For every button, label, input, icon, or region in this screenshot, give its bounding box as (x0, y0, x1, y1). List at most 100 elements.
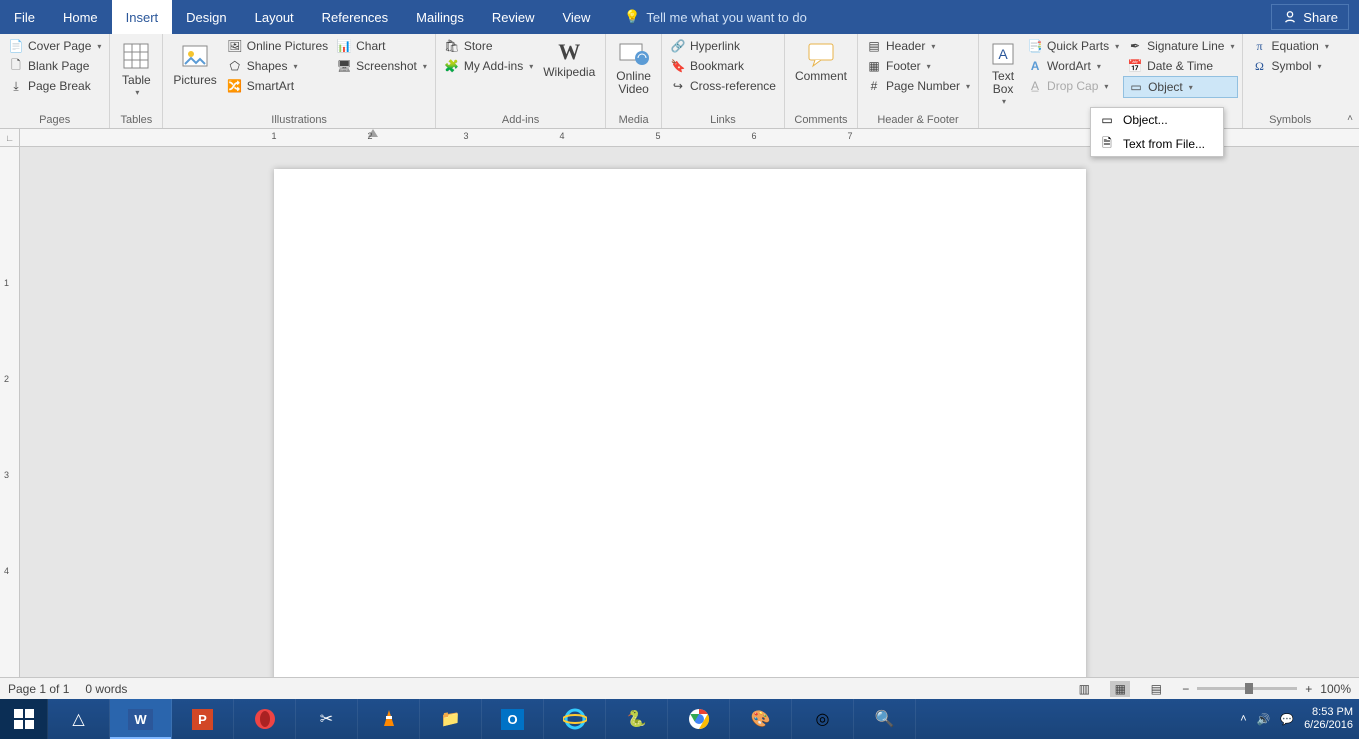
online-pictures-button[interactable]: 🖼Online Pictures (223, 36, 332, 56)
pictures-label: Pictures (173, 74, 216, 87)
store-label: Store (464, 39, 493, 53)
taskbar-paint[interactable]: 🎨 (730, 699, 792, 739)
online-pictures-icon: 🖼 (227, 38, 243, 54)
view-web-layout[interactable]: ▤ (1146, 681, 1166, 697)
zoom-slider[interactable] (1197, 687, 1297, 690)
dropcap-button[interactable]: A̲Drop Cap (1023, 76, 1123, 96)
pictures-button[interactable]: Pictures (167, 36, 222, 91)
taskbar-python[interactable]: 🐍 (606, 699, 668, 739)
comment-button[interactable]: Comment (789, 36, 853, 87)
shapes-button[interactable]: ⬠Shapes (223, 56, 332, 76)
view-print-layout[interactable]: ▦ (1110, 681, 1130, 697)
bookmark-button[interactable]: 🔖Bookmark (666, 56, 780, 76)
textbox-button[interactable]: A Text Box (983, 36, 1023, 111)
tab-layout[interactable]: Layout (241, 0, 308, 34)
wikipedia-label: Wikipedia (543, 66, 595, 79)
my-addins-button[interactable]: 🧩My Add-ins (440, 56, 537, 76)
document-page[interactable] (274, 169, 1086, 699)
header-button[interactable]: ▤Header (862, 36, 974, 56)
object-button[interactable]: ▭Object (1123, 76, 1238, 98)
tray-clock[interactable]: 8:53 PM 6/26/2016 (1304, 706, 1353, 732)
online-video-button[interactable]: Online Video (610, 36, 657, 100)
bookmark-icon: 🔖 (670, 58, 686, 74)
start-button[interactable] (0, 699, 48, 739)
tab-home[interactable]: Home (49, 0, 112, 34)
system-tray: ˄ 🔊 💬 8:53 PM 6/26/2016 (1240, 699, 1359, 739)
hyperlink-button[interactable]: 🔗Hyperlink (666, 36, 780, 56)
date-time-label: Date & Time (1147, 59, 1213, 73)
tab-insert[interactable]: Insert (112, 0, 173, 34)
footer-button[interactable]: ▦Footer (862, 56, 974, 76)
zoom-value[interactable]: 100% (1320, 682, 1351, 696)
collapse-ribbon-button[interactable]: ˄ (1347, 113, 1353, 124)
group-links: 🔗Hyperlink 🔖Bookmark ↪Cross-reference Li… (662, 34, 785, 128)
page-number-label: Page Number (886, 79, 960, 93)
taskbar-snip[interactable]: ✂ (296, 699, 358, 739)
status-page[interactable]: Page 1 of 1 (8, 682, 69, 696)
smartart-button[interactable]: 🔀SmartArt (223, 76, 332, 96)
tab-mailings[interactable]: Mailings (402, 0, 478, 34)
wikipedia-button[interactable]: W Wikipedia (537, 36, 601, 83)
ruler-corner[interactable]: ∟ (0, 129, 20, 147)
group-media: Online Video Media (606, 34, 662, 128)
ruler-h-7: 7 (847, 131, 852, 141)
taskbar-word[interactable]: W (110, 699, 172, 739)
ruler-v-4: 4 (4, 566, 9, 576)
view-read-mode[interactable]: ▥ (1074, 681, 1094, 697)
taskbar-drive[interactable]: △ (48, 699, 110, 739)
signature-line-button[interactable]: ✒Signature Line (1123, 36, 1238, 56)
tab-review[interactable]: Review (478, 0, 549, 34)
taskbar-outlook[interactable]: O (482, 699, 544, 739)
taskbar-opera[interactable] (234, 699, 296, 739)
ruler-h-5: 5 (655, 131, 660, 141)
tab-file[interactable]: File (0, 0, 49, 34)
object-menu-object[interactable]: ▭ Object... (1091, 108, 1223, 132)
quickparts-button[interactable]: 📑Quick Parts (1023, 36, 1123, 56)
tray-volume-icon[interactable]: 🔊 (1257, 713, 1271, 726)
taskbar-vlc[interactable] (358, 699, 420, 739)
equation-button[interactable]: πEquation (1247, 36, 1332, 56)
shapes-icon: ⬠ (227, 58, 243, 74)
zoom-in-button[interactable]: + (1305, 682, 1312, 696)
status-words[interactable]: 0 words (85, 682, 127, 696)
ruler-vertical[interactable]: 1 2 3 4 (0, 147, 20, 699)
tell-me-search[interactable]: 💡 Tell me what you want to do (604, 9, 1271, 25)
group-media-label: Media (610, 112, 657, 128)
wordart-button[interactable]: AWordArt (1023, 56, 1123, 76)
object-menu-textfile[interactable]: 🗎 Text from File... (1091, 132, 1223, 156)
taskbar-explorer[interactable]: 📁 (420, 699, 482, 739)
group-illustrations: Pictures 🖼Online Pictures ⬠Shapes 🔀Smart… (163, 34, 435, 128)
zoom-thumb[interactable] (1245, 683, 1253, 694)
table-button[interactable]: Table (114, 36, 158, 102)
blank-page-button[interactable]: 🗋Blank Page (4, 56, 105, 76)
screenshot-button[interactable]: 🖥Screenshot (332, 56, 431, 76)
date-time-button[interactable]: 📅Date & Time (1123, 56, 1238, 76)
taskbar-ie[interactable] (544, 699, 606, 739)
footer-label: Footer (886, 59, 921, 73)
group-links-label: Links (666, 112, 780, 128)
tab-references[interactable]: References (308, 0, 402, 34)
tray-expand-icon[interactable]: ˄ (1240, 713, 1246, 725)
taskbar-app1[interactable]: ◎ (792, 699, 854, 739)
tab-design[interactable]: Design (172, 0, 240, 34)
page-number-button[interactable]: #Page Number (862, 76, 974, 96)
textfile-icon: 🗎 (1099, 136, 1115, 152)
tray-action-icon[interactable]: 💬 (1280, 713, 1294, 726)
share-button[interactable]: Share (1271, 4, 1349, 30)
tab-view[interactable]: View (548, 0, 604, 34)
zoom-out-button[interactable]: − (1182, 682, 1189, 696)
wikipedia-icon: W (558, 40, 580, 64)
taskbar-app2[interactable]: 🔍 (854, 699, 916, 739)
symbol-button[interactable]: ΩSymbol (1247, 56, 1332, 76)
page-break-button[interactable]: ⤓Page Break (4, 76, 105, 96)
taskbar-chrome[interactable] (668, 699, 730, 739)
share-icon (1282, 9, 1298, 25)
addins-icon: 🧩 (444, 58, 460, 74)
chart-button[interactable]: 📊Chart (332, 36, 431, 56)
cover-page-button[interactable]: 📄Cover Page (4, 36, 105, 56)
store-button[interactable]: 🛍Store (440, 36, 537, 56)
folder-icon: 📁 (441, 709, 461, 729)
group-tables: Table Tables (110, 34, 163, 128)
cross-reference-button[interactable]: ↪Cross-reference (666, 76, 780, 96)
taskbar-powerpoint[interactable]: P (172, 699, 234, 739)
